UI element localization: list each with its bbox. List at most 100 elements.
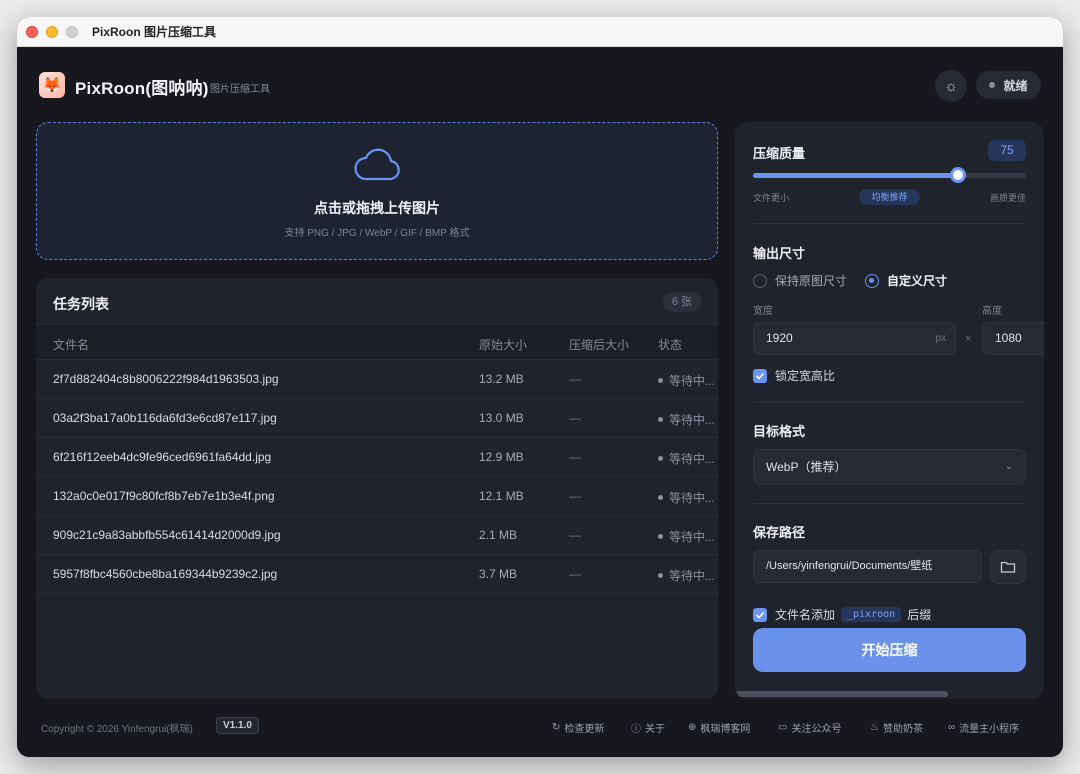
height-input[interactable]: 1080 [982,322,1044,355]
original-size: 2.1 MB [479,528,518,542]
status-dot [658,534,663,540]
start-compress-button[interactable]: 开始压缩 [753,628,1026,672]
height-label: 高度 [982,306,1002,317]
status-dot [658,456,663,462]
browse-folder-button[interactable] [990,550,1026,584]
radio-button[interactable] [865,273,879,288]
compressed-size: — [569,411,581,425]
compressed-size: — [569,372,581,386]
output-size-label: 输出尺寸 [753,246,806,261]
minimize-window-button[interactable] [46,25,58,38]
link-label: 流量主小程序 [959,724,1020,735]
checkbox-label: 锁定宽高比 [775,369,836,383]
format-select[interactable]: WebP（推荐） ⌄ [753,449,1026,485]
link-label: 检查更新 [564,724,605,735]
status-cell: 等待中... [658,489,715,506]
radio-label: 保持原图尺寸 [775,274,848,288]
link-label: 枫瑞博客网 [700,724,751,735]
sun-icon: ☼ [944,77,958,95]
globe-icon: ⊕ [688,722,697,733]
task-count-badge: 6 张 [662,292,701,312]
quality-slider[interactable] [753,167,1026,183]
quality-label: 压缩质量 [753,146,806,161]
save-path-input[interactable]: /Users/yinfengrui/Documents/壁纸 [753,550,982,583]
table-row[interactable]: 6f216f12eeb4dc9fe96ced6961fa64dd.jpg 12.… [36,438,718,477]
original-size: 3.7 MB [479,567,518,581]
status-text: 等待中... [669,374,716,388]
status-text: 等待中... [669,452,716,466]
checkbox-checked[interactable] [753,368,767,383]
status-text: 等待中... [669,413,716,427]
divider [753,223,1026,224]
column-header-original: 原始大小 [479,338,528,352]
column-header-compressed: 压缩后大小 [569,338,630,352]
close-window-button[interactable] [26,25,38,38]
status-dot [658,378,663,384]
radio-keep-original[interactable]: 保持原图尺寸 [753,272,847,289]
compressed-size: — [569,567,581,581]
checkbox-label: 文件名添加 [775,608,836,622]
table-row[interactable]: 03a2f3ba17a0b116da6fd3e6cd87e117.jpg 13.… [36,399,718,438]
width-input[interactable]: 1920 px [753,322,956,355]
radio-label: 自定义尺寸 [887,274,948,288]
original-size: 13.2 MB [479,372,524,386]
link-label: 关于 [645,724,665,735]
status-cell: 等待中... [658,411,715,428]
table-row[interactable]: 909c21c9a83abbfb554c61414d2000d9.jpg 2.1… [36,516,718,555]
file-name: 6f216f12eeb4dc9fe96ced6961fa64dd.jpg [53,450,272,464]
original-size: 12.1 MB [479,489,524,503]
quality-min-label: 文件更小 [753,193,790,203]
suffix-code: _pixroon [841,607,902,622]
status-text: 等待中... [669,491,716,505]
link-label: 关注公众号 [791,724,842,735]
table-row[interactable]: 5957f8fbc4560cbe8ba169344b9239c2.jpg 3.7… [36,555,718,594]
wechat-link[interactable]: ▭ 关注公众号 [778,720,841,735]
divider [753,503,1026,504]
table-row[interactable]: 132a0c0e017f9c80fcf8b7eb7e1b3e4f.png 12.… [36,477,718,516]
chat-icon: ▭ [778,722,788,733]
upload-dropzone[interactable]: 点击或拖拽上传图片 支持 PNG / JPG / WebP / GIF / BM… [36,122,718,260]
status-cell: 等待中... [658,450,715,467]
sponsor-link[interactable]: ♨ 赞助奶茶 [870,720,923,735]
status-text: 就绪 [1003,78,1028,93]
status-dot [658,417,663,423]
lock-aspect-checkbox[interactable]: 锁定宽高比 [753,367,835,384]
task-list-panel: 任务列表 6 张 文件名 原始大小 压缩后大小 状态 2f7d882404c8b… [36,278,718,699]
folder-icon [1000,561,1016,573]
divider [753,402,1026,403]
filename-suffix-checkbox[interactable]: 文件名添加 _pixroon 后缀 [753,606,931,623]
zoom-window-button[interactable] [66,25,78,38]
horizontal-scrollbar[interactable] [735,691,948,697]
status-text: 等待中... [669,530,716,544]
table-row[interactable]: 2f7d882404c8b8006222f984d1963503.jpg 13.… [36,360,718,399]
status-text: 等待中... [669,569,716,583]
cloud-icon [354,148,400,181]
file-name: 132a0c0e017f9c80fcf8b7eb7e1b3e4f.png [53,489,275,503]
radio-custom-size[interactable]: 自定义尺寸 [865,272,947,289]
save-path-value: /Users/yinfengrui/Documents/壁纸 [766,560,933,572]
task-list-title: 任务列表 [53,296,109,312]
width-unit: px [935,333,946,344]
about-link[interactable]: ⓘ 关于 [631,720,665,735]
file-name: 909c21c9a83abbfb554c61414d2000d9.jpg [53,528,281,542]
chevron-down-icon: ⌄ [1004,461,1013,472]
app-name: PixRoon(图呐呐) [75,79,209,98]
miniprogram-link[interactable]: ∞ 流量主小程序 [948,720,1019,735]
app-header: 🦊 PixRoon(图呐呐) 图片压缩工具 ☼ 就绪 [17,47,1063,123]
theme-toggle-button[interactable]: ☼ [935,70,967,102]
checkbox-label-after: 后缀 [907,608,932,622]
format-label: 目标格式 [753,424,806,439]
blog-link[interactable]: ⊕ 枫瑞博客网 [688,720,750,735]
status-cell: 等待中... [658,372,715,389]
quality-slider-thumb[interactable] [949,167,966,183]
compressed-size: — [569,528,581,542]
window-title: PixRoon 图片压缩工具 [92,25,217,39]
compressed-size: — [569,489,581,503]
radio-button[interactable] [753,273,767,288]
check-update-link[interactable]: ↻ 检查更新 [552,720,604,735]
checkbox-checked[interactable] [753,607,767,622]
status-badge: 就绪 [976,71,1041,99]
file-name: 2f7d882404c8b8006222f984d1963503.jpg [53,372,279,386]
format-value: WebP（推荐） [766,460,847,474]
info-icon: ⓘ [631,724,641,735]
